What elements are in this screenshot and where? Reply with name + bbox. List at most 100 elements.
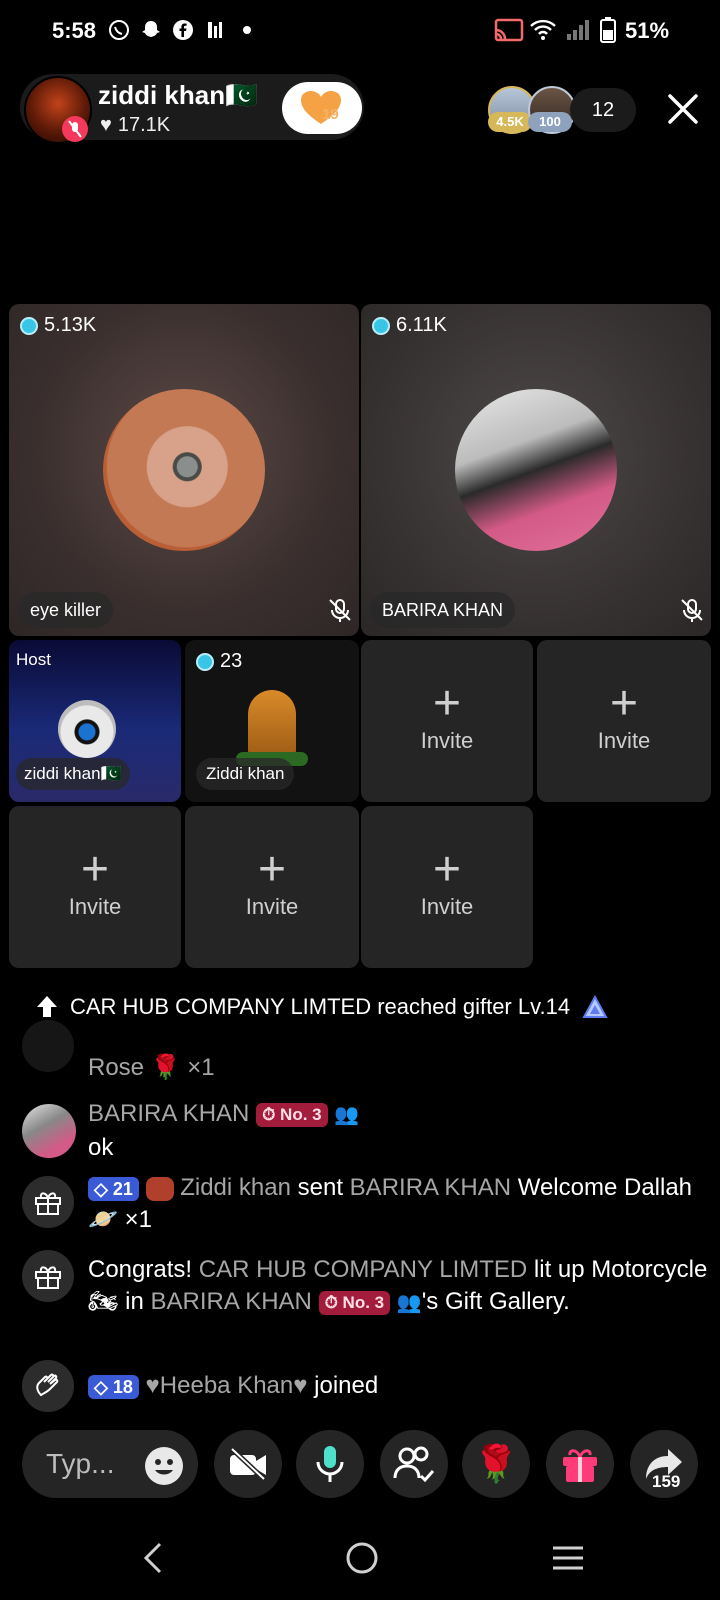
invite-label: Invite bbox=[420, 894, 474, 919]
chat-user-avatar[interactable] bbox=[22, 1104, 76, 1158]
chat-username[interactable]: Ziddi khan bbox=[180, 1174, 291, 1201]
chat-action: joined bbox=[314, 1372, 379, 1399]
guest-1-diamond-count: 5.13K bbox=[44, 314, 97, 336]
rank-badge: ⏱ No. 3 bbox=[318, 1290, 391, 1315]
plus-icon: + bbox=[432, 843, 462, 896]
rank-badge: ⏱ No. 3 bbox=[256, 1102, 328, 1127]
gift-name: Welcome Dallah bbox=[517, 1174, 693, 1201]
camera-off-icon bbox=[230, 1447, 266, 1481]
snapchat-icon bbox=[140, 18, 162, 42]
invite-slot[interactable]: + Invite bbox=[185, 806, 359, 968]
status-bar: 5:58 51% bbox=[0, 0, 720, 60]
chevron-left-icon bbox=[143, 1542, 162, 1574]
chat-username[interactable]: ♥Heeba Khan♥ bbox=[146, 1372, 308, 1399]
heart-icon: ♥ bbox=[100, 114, 112, 136]
chat-message-3: Congrats! CAR HUB COMPANY LIMTED lit up … bbox=[88, 1254, 708, 1319]
chat-action: lit up bbox=[533, 1256, 585, 1283]
gift-icon bbox=[22, 1176, 74, 1228]
nav-recents-button[interactable] bbox=[550, 1540, 586, 1581]
chat-message-1: BARIRA KHAN ⏱ No. 3 👥 bbox=[88, 1098, 359, 1131]
more-notifications-icon bbox=[242, 18, 252, 42]
cast-icon bbox=[494, 18, 524, 42]
host-tag: Host bbox=[16, 650, 51, 669]
plus-icon: + bbox=[80, 843, 110, 896]
gift-icon bbox=[22, 1250, 74, 1302]
chat-username[interactable]: BARIRA KHAN bbox=[88, 1100, 249, 1127]
guest-3-diamond-count: 23 bbox=[220, 650, 243, 672]
plus-icon: + bbox=[432, 677, 462, 730]
gift-name: Motorcycle bbox=[591, 1256, 708, 1283]
guest-2-diamond-count: 6.11K bbox=[396, 314, 447, 336]
stopwatch-icon: ⏱ bbox=[324, 1292, 343, 1312]
chat-message-2: ◇ 21 Ziddi khan sent BARIRA KHAN Welcome… bbox=[88, 1172, 708, 1236]
viewer-count-button[interactable]: 12 bbox=[570, 88, 636, 132]
comment-placeholder: Typ... bbox=[46, 1448, 115, 1479]
status-time: 5:58 bbox=[52, 18, 97, 43]
signal-icon bbox=[566, 18, 590, 42]
gifter-level-announcement: CAR HUB COMPANY LIMTED reached gifter Lv… bbox=[36, 994, 608, 1020]
guests-button[interactable] bbox=[380, 1430, 448, 1498]
rose-gift-button[interactable]: 🌹 bbox=[462, 1430, 530, 1498]
battery-percentage: 51% bbox=[625, 18, 670, 43]
arrow-up-icon bbox=[37, 996, 57, 1017]
gift-quantity: ×1 bbox=[124, 1206, 152, 1233]
plus-icon: + bbox=[609, 677, 639, 730]
guest-1-avatar bbox=[103, 389, 265, 551]
user-level-badge: ◇ 21 bbox=[88, 1176, 139, 1201]
rose-icon: 🌹 bbox=[473, 1443, 519, 1484]
close-button[interactable] bbox=[664, 90, 702, 128]
gift-box-icon bbox=[563, 1449, 597, 1482]
friends-icon: 👥 bbox=[396, 1292, 422, 1314]
guest-2-avatar bbox=[455, 389, 617, 551]
camera-off-button[interactable] bbox=[214, 1430, 282, 1498]
user-level: 21 bbox=[112, 1178, 133, 1199]
invite-slot[interactable]: + Invite bbox=[361, 640, 533, 802]
host-tile-avatar bbox=[58, 700, 116, 758]
fan-club-badge bbox=[145, 1176, 174, 1201]
lion-avatar bbox=[248, 690, 296, 760]
guests-icon bbox=[393, 1446, 435, 1482]
gift-image-icon: 🪐 bbox=[88, 1206, 118, 1233]
invite-slot[interactable]: + Invite bbox=[361, 806, 533, 968]
guest-2-name: BARIRA KHAN bbox=[370, 592, 516, 628]
rank-text: No. 3 bbox=[342, 1292, 385, 1312]
chat-username[interactable]: CAR HUB COMPANY LIMTED bbox=[199, 1256, 528, 1283]
nav-back-button[interactable] bbox=[140, 1540, 164, 1581]
level-badge-icon bbox=[582, 995, 608, 1018]
invite-slot[interactable]: + Invite bbox=[9, 806, 181, 968]
mic-muted-icon bbox=[678, 596, 706, 624]
announcement-text: CAR HUB COMPANY LIMTED reached gifter Lv… bbox=[70, 994, 571, 1019]
whatsapp-icon bbox=[108, 18, 130, 42]
chat-target[interactable]: BARIRA KHAN bbox=[151, 1288, 312, 1315]
diamond-icon bbox=[20, 316, 38, 335]
chat-message-1-text: ok bbox=[88, 1134, 114, 1161]
chat-partial-message: Rose 🌹 ×1 bbox=[88, 1054, 215, 1081]
wifi-icon bbox=[530, 18, 556, 42]
diamond-icon bbox=[196, 652, 214, 671]
gift-button[interactable] bbox=[546, 1430, 614, 1498]
guest-3-name: Ziddi khan bbox=[196, 758, 295, 790]
guest-3-diamonds: 23 bbox=[196, 650, 242, 673]
top-viewer-2-badge: 100 bbox=[528, 112, 572, 132]
chat-message-4: ◇ 18 ♥Heeba Khan♥ joined bbox=[88, 1370, 378, 1402]
mic-muted-icon bbox=[62, 116, 88, 142]
wave-icon bbox=[22, 1360, 74, 1412]
friends-icon: 👥 bbox=[334, 1104, 360, 1126]
microphone-button[interactable] bbox=[296, 1430, 364, 1498]
emoji-button[interactable] bbox=[144, 1446, 184, 1491]
gift-icon bbox=[22, 1020, 74, 1072]
battery-icon bbox=[600, 17, 616, 43]
gift-gallery-text: 's Gift Gallery. bbox=[421, 1288, 570, 1315]
nav-home-button[interactable] bbox=[344, 1540, 380, 1581]
invite-label: Invite bbox=[597, 728, 651, 753]
host-name: ziddi khan🇵🇰 bbox=[98, 80, 258, 110]
host-tile-name: ziddi khan🇵🇰 bbox=[16, 758, 130, 790]
invite-label: Invite bbox=[245, 894, 299, 919]
chat-target[interactable]: BARIRA KHAN bbox=[350, 1174, 511, 1201]
chat-action: sent bbox=[297, 1174, 343, 1201]
stopwatch-icon: ⏱ bbox=[262, 1104, 281, 1124]
host-likes-count: 17.1K bbox=[117, 114, 171, 136]
invite-slot[interactable]: + Invite bbox=[537, 640, 711, 802]
close-icon bbox=[668, 94, 698, 124]
follow-count: 19 bbox=[322, 106, 339, 123]
